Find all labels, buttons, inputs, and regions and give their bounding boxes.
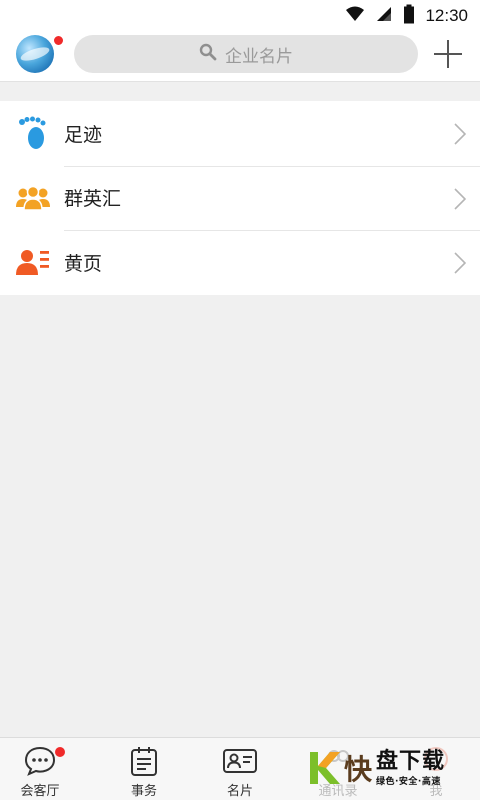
- contact-card-icon: [16, 245, 50, 279]
- menu-item-label: 黄页: [64, 252, 103, 275]
- top-header: 企业名片: [0, 32, 480, 82]
- chevron-right-icon: [454, 123, 467, 149]
- nav-label: 名片: [226, 784, 253, 799]
- search-input[interactable]: 企业名片: [74, 35, 418, 73]
- menu-item-footprint[interactable]: 足迹: [0, 101, 480, 166]
- search-icon: [199, 43, 217, 66]
- menu-item-label: 群英汇: [64, 188, 122, 211]
- add-button[interactable]: [430, 36, 466, 72]
- notepad-icon: [104, 746, 184, 776]
- watermark-brand: 快: [344, 753, 373, 786]
- group-icon: [16, 181, 50, 215]
- search-placeholder: 企业名片: [225, 46, 293, 67]
- nav-item-affairs[interactable]: 事务: [104, 746, 184, 799]
- notification-dot: [55, 747, 65, 757]
- nav-item-cards[interactable]: 名片: [200, 746, 280, 799]
- watermark-subtitle: 绿色·安全·高速: [376, 776, 441, 787]
- menu-item-yellow-pages[interactable]: 黄页: [0, 230, 480, 295]
- avatar[interactable]: [16, 35, 54, 73]
- watermark-title: 盘下载: [376, 748, 446, 774]
- cellular-signal-icon: [375, 6, 393, 26]
- chat-bubble-icon: [0, 746, 80, 776]
- business-card-icon: [200, 746, 280, 776]
- menu-item-label: 足迹: [64, 123, 103, 146]
- chevron-right-icon: [454, 187, 467, 214]
- nav-label: 会客厅: [20, 784, 60, 799]
- chevron-right-icon: [454, 252, 467, 278]
- status-bar: 12:30: [0, 0, 480, 32]
- nav-label: 事务: [130, 784, 157, 799]
- bottom-nav: 会客厅 事务 名片 通讯录 我 快 盘下载 绿色·安全·高速: [0, 737, 480, 800]
- menu-list: 足迹 群英汇 黄页: [0, 101, 480, 295]
- notification-dot: [53, 35, 64, 46]
- nav-item-lounge[interactable]: 会客厅: [0, 746, 80, 799]
- menu-item-group[interactable]: 群英汇: [0, 165, 480, 231]
- wifi-icon: [345, 6, 365, 26]
- battery-icon: [403, 4, 415, 28]
- status-time: 12:30: [425, 6, 468, 25]
- watermark-logo: 快 盘下载 绿色·安全·高速: [308, 745, 476, 791]
- k-logo-icon: [308, 748, 342, 788]
- footprint-icon: [16, 116, 50, 150]
